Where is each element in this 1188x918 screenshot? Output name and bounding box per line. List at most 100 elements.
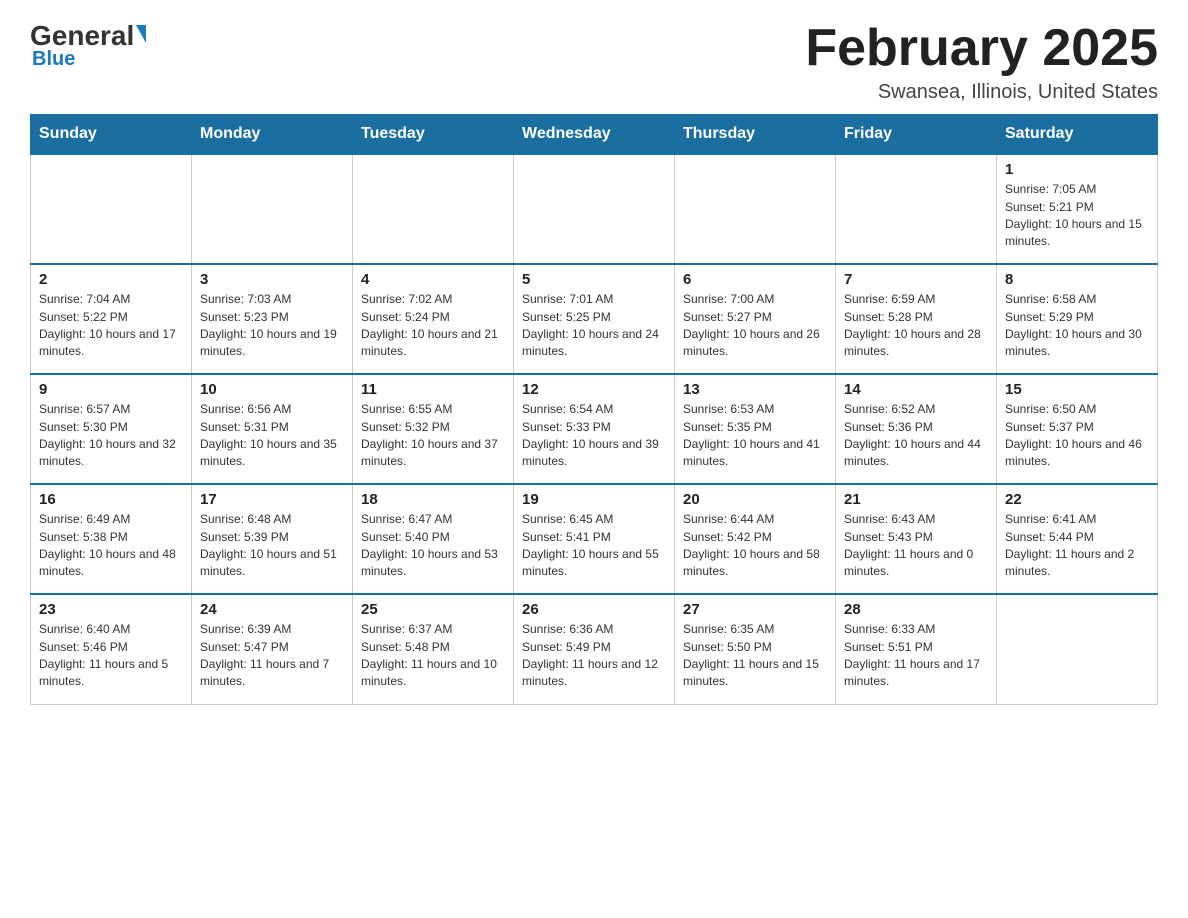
day-number: 20 <box>683 491 827 508</box>
calendar-cell: 9Sunrise: 6:57 AM Sunset: 5:30 PM Daylig… <box>31 374 192 484</box>
day-info: Sunrise: 6:37 AM Sunset: 5:48 PM Dayligh… <box>361 621 505 691</box>
day-info: Sunrise: 6:33 AM Sunset: 5:51 PM Dayligh… <box>844 621 988 691</box>
calendar-cell <box>514 154 675 264</box>
month-title: February 2025 <box>805 20 1158 77</box>
day-info: Sunrise: 7:02 AM Sunset: 5:24 PM Dayligh… <box>361 291 505 361</box>
day-number: 7 <box>844 271 988 288</box>
calendar-cell: 12 Sunrise: 6:54 AM Sunset: 5:33 PM Dayli… <box>514 374 675 484</box>
day-number: 24 <box>200 601 344 618</box>
day-info: Sunrise: 6:49 AM Sunset: 5:38 PM Dayligh… <box>39 511 183 581</box>
day-info: Sunrise: 6:55 AM Sunset: 5:32 PM Dayligh… <box>361 401 505 471</box>
day-number: 18 <box>361 491 505 508</box>
calendar-cell: 18Sunrise: 6:47 AM Sunset: 5:40 PM Dayli… <box>353 484 514 594</box>
day-info: Sunrise: 6:52 AM Sunset: 5:36 PM Dayligh… <box>844 401 988 471</box>
day-number: 6 <box>683 271 827 288</box>
day-number: 13 <box>683 381 827 398</box>
week-row-4: 23 Sunrise: 6:40 AM Sunset: 5:46 PM Dayli… <box>31 594 1158 704</box>
header-row: SundayMondayTuesdayWednesdayThursdayFrid… <box>31 115 1158 155</box>
day-info: Sunrise: 6:40 AM Sunset: 5:46 PM Dayligh… <box>39 621 183 691</box>
day-number: 19 <box>522 491 666 508</box>
day-number: 3 <box>200 271 344 288</box>
day-info: Sunrise: 6:39 AM Sunset: 5:47 PM Dayligh… <box>200 621 344 691</box>
calendar-cell: 15 Sunrise: 6:50 AM Sunset: 5:37 PM Dayli… <box>997 374 1158 484</box>
week-row-1: 2 Sunrise: 7:04 AM Sunset: 5:22 PM Daylig… <box>31 264 1158 374</box>
calendar-cell: 17Sunrise: 6:48 AM Sunset: 5:39 PM Dayli… <box>192 484 353 594</box>
header-day-thursday: Thursday <box>675 115 836 155</box>
calendar-cell: 22 Sunrise: 6:41 AM Sunset: 5:44 PM Dayli… <box>997 484 1158 594</box>
calendar-cell: 3 Sunrise: 7:03 AM Sunset: 5:23 PM Daylig… <box>192 264 353 374</box>
header-day-wednesday: Wednesday <box>514 115 675 155</box>
calendar-cell: 23 Sunrise: 6:40 AM Sunset: 5:46 PM Dayli… <box>31 594 192 704</box>
day-number: 2 <box>39 271 183 288</box>
day-info: Sunrise: 7:00 AM Sunset: 5:27 PM Dayligh… <box>683 291 827 361</box>
day-number: 28 <box>844 601 988 618</box>
calendar-cell: 7Sunrise: 6:59 AM Sunset: 5:28 PM Daylig… <box>836 264 997 374</box>
calendar-cell <box>836 154 997 264</box>
calendar-cell: 25Sunrise: 6:37 AM Sunset: 5:48 PM Dayli… <box>353 594 514 704</box>
day-number: 15 <box>1005 381 1149 398</box>
day-info: Sunrise: 6:44 AM Sunset: 5:42 PM Dayligh… <box>683 511 827 581</box>
day-info: Sunrise: 6:50 AM Sunset: 5:37 PM Dayligh… <box>1005 401 1149 471</box>
day-info: Sunrise: 6:54 AM Sunset: 5:33 PM Dayligh… <box>522 401 666 471</box>
calendar-cell: 20 Sunrise: 6:44 AM Sunset: 5:42 PM Dayli… <box>675 484 836 594</box>
calendar-cell <box>31 154 192 264</box>
day-number: 21 <box>844 491 988 508</box>
calendar-cell: 8 Sunrise: 6:58 AM Sunset: 5:29 PM Daylig… <box>997 264 1158 374</box>
day-number: 1 <box>1005 161 1149 178</box>
calendar-cell: 5Sunrise: 7:01 AM Sunset: 5:25 PM Daylig… <box>514 264 675 374</box>
day-info: Sunrise: 7:03 AM Sunset: 5:23 PM Dayligh… <box>200 291 344 361</box>
day-info: Sunrise: 6:57 AM Sunset: 5:30 PM Dayligh… <box>39 401 183 471</box>
day-info: Sunrise: 6:41 AM Sunset: 5:44 PM Dayligh… <box>1005 511 1149 581</box>
day-number: 23 <box>39 601 183 618</box>
day-number: 12 <box>522 381 666 398</box>
day-info: Sunrise: 6:45 AM Sunset: 5:41 PM Dayligh… <box>522 511 666 581</box>
calendar-cell: 1 Sunrise: 7:05 AM Sunset: 5:21 PM Daylig… <box>997 154 1158 264</box>
day-info: Sunrise: 6:43 AM Sunset: 5:43 PM Dayligh… <box>844 511 988 581</box>
day-number: 16 <box>39 491 183 508</box>
calendar-cell: 10Sunrise: 6:56 AM Sunset: 5:31 PM Dayli… <box>192 374 353 484</box>
header-day-friday: Friday <box>836 115 997 155</box>
calendar-cell: 11 Sunrise: 6:55 AM Sunset: 5:32 PM Dayli… <box>353 374 514 484</box>
header-day-saturday: Saturday <box>997 115 1158 155</box>
calendar-cell: 27 Sunrise: 6:35 AM Sunset: 5:50 PM Dayli… <box>675 594 836 704</box>
calendar-cell <box>997 594 1158 704</box>
week-row-3: 16 Sunrise: 6:49 AM Sunset: 5:38 PM Dayli… <box>31 484 1158 594</box>
title-block: February 2025 Swansea, Illinois, United … <box>805 20 1158 104</box>
day-info: Sunrise: 6:58 AM Sunset: 5:29 PM Dayligh… <box>1005 291 1149 361</box>
day-info: Sunrise: 6:53 AM Sunset: 5:35 PM Dayligh… <box>683 401 827 471</box>
day-number: 5 <box>522 271 666 288</box>
day-number: 27 <box>683 601 827 618</box>
calendar-cell: 24 Sunrise: 6:39 AM Sunset: 5:47 PM Dayli… <box>192 594 353 704</box>
calendar-cell: 28 Sunrise: 6:33 AM Sunset: 5:51 PM Dayli… <box>836 594 997 704</box>
day-number: 22 <box>1005 491 1149 508</box>
day-info: Sunrise: 6:48 AM Sunset: 5:39 PM Dayligh… <box>200 511 344 581</box>
header-day-sunday: Sunday <box>31 115 192 155</box>
calendar-body: 1 Sunrise: 7:05 AM Sunset: 5:21 PM Daylig… <box>31 154 1158 704</box>
calendar-table: SundayMondayTuesdayWednesdayThursdayFrid… <box>30 114 1158 705</box>
day-number: 14 <box>844 381 988 398</box>
header-day-tuesday: Tuesday <box>353 115 514 155</box>
calendar-cell: 21 Sunrise: 6:43 AM Sunset: 5:43 PM Dayli… <box>836 484 997 594</box>
day-number: 26 <box>522 601 666 618</box>
week-row-2: 9Sunrise: 6:57 AM Sunset: 5:30 PM Daylig… <box>31 374 1158 484</box>
calendar-header: SundayMondayTuesdayWednesdayThursdayFrid… <box>31 115 1158 155</box>
location: Swansea, Illinois, United States <box>805 81 1158 104</box>
calendar-cell <box>675 154 836 264</box>
logo: General Blue <box>30 20 146 71</box>
day-info: Sunrise: 7:04 AM Sunset: 5:22 PM Dayligh… <box>39 291 183 361</box>
day-info: Sunrise: 6:56 AM Sunset: 5:31 PM Dayligh… <box>200 401 344 471</box>
day-number: 8 <box>1005 271 1149 288</box>
calendar-cell: 19 Sunrise: 6:45 AM Sunset: 5:41 PM Dayli… <box>514 484 675 594</box>
logo-triangle-icon <box>136 25 146 43</box>
calendar-cell <box>353 154 514 264</box>
calendar-cell: 13 Sunrise: 6:53 AM Sunset: 5:35 PM Dayli… <box>675 374 836 484</box>
calendar-cell: 26Sunrise: 6:36 AM Sunset: 5:49 PM Dayli… <box>514 594 675 704</box>
calendar-cell <box>192 154 353 264</box>
calendar-cell: 14 Sunrise: 6:52 AM Sunset: 5:36 PM Dayli… <box>836 374 997 484</box>
day-number: 4 <box>361 271 505 288</box>
day-info: Sunrise: 6:35 AM Sunset: 5:50 PM Dayligh… <box>683 621 827 691</box>
day-info: Sunrise: 7:05 AM Sunset: 5:21 PM Dayligh… <box>1005 181 1149 251</box>
calendar-cell: 2 Sunrise: 7:04 AM Sunset: 5:22 PM Daylig… <box>31 264 192 374</box>
calendar-cell: 4 Sunrise: 7:02 AM Sunset: 5:24 PM Daylig… <box>353 264 514 374</box>
day-number: 11 <box>361 381 505 398</box>
